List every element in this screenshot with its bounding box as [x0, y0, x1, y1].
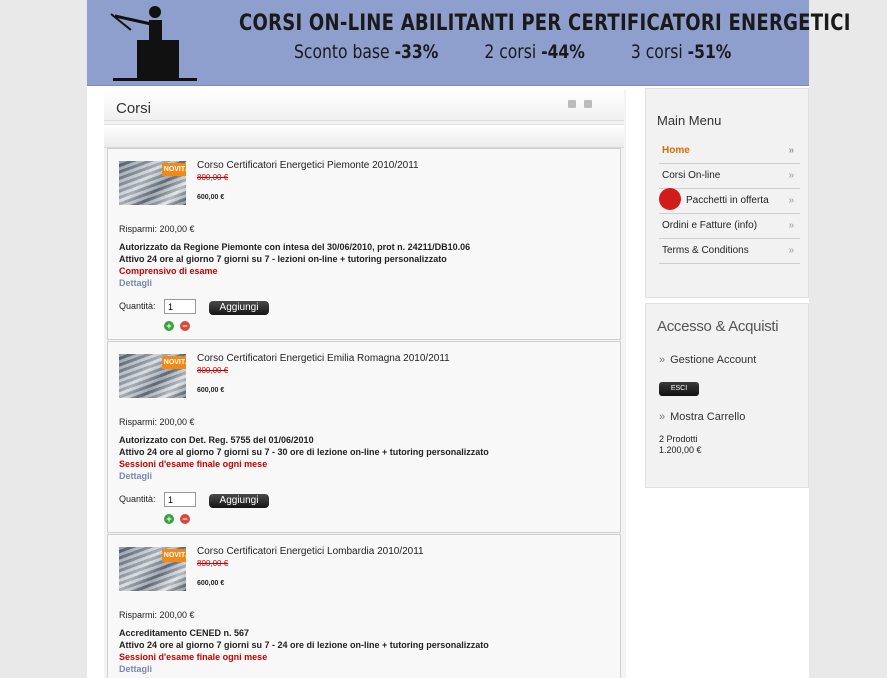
product-name[interactable]: Corso Certificatori Energetici Lombardia… [197, 546, 424, 557]
product-old-price: 800,00 € [197, 173, 229, 182]
account-link-label: Gestione Account [670, 354, 757, 366]
banner-offers: Sconto base -33% 2 corsi -44% 3 corsi -5… [294, 41, 731, 63]
quantity-input[interactable] [164, 492, 196, 507]
product-description-line2: Attivo 24 ore al giorno 7 giorni su 7 - … [119, 254, 447, 264]
product-note: Sessioni d'esame finale ogni mese [119, 652, 268, 662]
quantity-label: Quantità: [119, 494, 156, 504]
add-to-cart-button[interactable]: Aggiungi [209, 494, 269, 508]
menu-item-home[interactable]: Home » [659, 139, 800, 164]
new-badge: NOVITÀ [162, 549, 186, 562]
new-badge: NOVITÀ [162, 163, 186, 176]
product-thumbnail[interactable]: NOVITÀ [119, 547, 186, 591]
cart-link-label: Mostra Carrello [670, 411, 746, 423]
quantity-decrease-icon[interactable]: − [180, 321, 190, 331]
product-details-link[interactable]: Dettagli [119, 278, 152, 288]
quantity-increase-icon[interactable]: + [164, 321, 174, 331]
product-thumbnail[interactable]: NOVITÀ [119, 161, 186, 205]
menu-item-label: Corsi On-line [662, 170, 721, 181]
product-savings: Risparmi: 200,00 € [119, 417, 195, 427]
product-name[interactable]: Corso Certificatori Energetici Piemonte … [197, 160, 419, 171]
quantity-increase-icon[interactable]: + [164, 514, 174, 524]
product-card: NOVITÀ Corso Certificatori Energetici Lo… [107, 534, 621, 678]
product-name[interactable]: Corso Certificatori Energetici Emilia Ro… [197, 353, 450, 364]
header-actions [568, 100, 592, 108]
menu-item-label: Pacchetti in offerta [686, 195, 769, 206]
cart-total: 1.200,00 € [659, 445, 702, 455]
product-thumbnail[interactable]: NOVITÀ [119, 354, 186, 398]
account-management-link[interactable]: » Gestione Account [659, 354, 756, 366]
show-cart-link[interactable]: » Mostra Carrello [659, 411, 745, 423]
quantity-input[interactable] [164, 299, 196, 314]
product-details-link[interactable]: Dettagli [119, 471, 152, 481]
product-description-line2: Attivo 24 ore al giorno 7 giorni su 7 - … [119, 640, 489, 650]
offer-two-pct: -44% [541, 41, 585, 63]
product-card: NOVITÀ Corso Certificatori Energetici Em… [107, 341, 621, 533]
menu-item-label: Home [662, 145, 690, 156]
double-chevron-icon: » [788, 195, 794, 206]
product-price: 600,00 € [197, 580, 225, 587]
menu-item-label: Terms & Conditions [662, 245, 749, 256]
banner-title: CORSI ON-LINE ABILITANTI PER CERTIFICATO… [239, 11, 851, 36]
product-price: 600,00 € [197, 194, 225, 201]
content-header: Corsi [104, 90, 624, 121]
product-price: 600,00 € [197, 387, 225, 394]
product-note: Comprensivo di esame [119, 266, 218, 276]
menu-item-terms[interactable]: Terms & Conditions » [659, 239, 800, 264]
menu-item-pacchetti[interactable]: Pacchetti in offerta » [659, 188, 800, 214]
print-icon[interactable] [584, 100, 592, 108]
product-details-link[interactable]: Dettagli [119, 664, 152, 674]
quantity-label: Quantità: [119, 301, 156, 311]
product-description-line1: Autorizzato con Det. Reg. 5755 del 01/06… [119, 435, 314, 445]
offer-seal-icon [659, 188, 681, 211]
product-old-price: 800,00 € [197, 366, 229, 375]
double-chevron-icon: » [659, 354, 666, 366]
product-description-line2: Attivo 24 ore al giorno 7 giorni su 7 - … [119, 447, 489, 457]
offer-base-label: Sconto base [294, 41, 390, 63]
product-savings: Risparmi: 200,00 € [119, 224, 195, 234]
product-old-price: 800,00 € [197, 559, 229, 568]
pdf-icon[interactable] [568, 100, 576, 108]
content-toolbar-strip [104, 124, 624, 148]
cart-product-count: 2 Prodotti [659, 434, 698, 444]
product-description-line1: Autorizzato da Regione Piemonte con inte… [119, 242, 471, 252]
offer-base-pct: -33% [394, 41, 439, 63]
menu-item-corsi-online[interactable]: Corsi On-line » [659, 164, 800, 189]
menu-item-ordini[interactable]: Ordini e Fatture (info) » [659, 214, 800, 239]
main-content: Corsi NOVITÀ Corso Certificatori Energet… [104, 90, 626, 678]
product-description-line1: Accreditamento CENED n. 567 [119, 628, 250, 638]
quantity-decrease-icon[interactable]: − [180, 514, 190, 524]
page-title: Corsi [116, 100, 152, 117]
menu-item-label: Ordini e Fatture (info) [662, 220, 758, 231]
product-note: Sessioni d'esame finale ogni mese [119, 459, 268, 469]
offer-three-pct: -51% [687, 41, 732, 63]
double-chevron-icon: » [788, 220, 794, 231]
double-chevron-icon: » [788, 145, 794, 156]
offer-two-label: 2 corsi [484, 41, 537, 63]
account-module-title: Accesso & Acquisti [657, 318, 779, 335]
lecturer-figure-icon [110, 6, 197, 81]
offer-three-label: 3 corsi [630, 41, 683, 63]
product-card: NOVITÀ Corso Certificatori Energetici Pi… [107, 148, 621, 340]
product-savings: Risparmi: 200,00 € [119, 610, 195, 620]
double-chevron-icon: » [788, 245, 794, 256]
double-chevron-icon: » [659, 411, 666, 423]
double-chevron-icon: » [788, 170, 794, 181]
new-badge: NOVITÀ [162, 356, 186, 369]
header-banner: CORSI ON-LINE ABILITANTI PER CERTIFICATO… [87, 0, 851, 86]
account-module: Accesso & Acquisti » Gestione Account ESC… [645, 303, 809, 488]
logout-button[interactable]: ESCI [659, 382, 699, 396]
main-menu: Home » Corsi On-line » Pacchetti in offe… [659, 139, 800, 264]
main-menu-title: Main Menu [657, 113, 722, 128]
main-menu-module: Main Menu Home » Corsi On-line » Pacchet… [645, 88, 809, 298]
add-to-cart-button[interactable]: Aggiungi [209, 301, 269, 315]
